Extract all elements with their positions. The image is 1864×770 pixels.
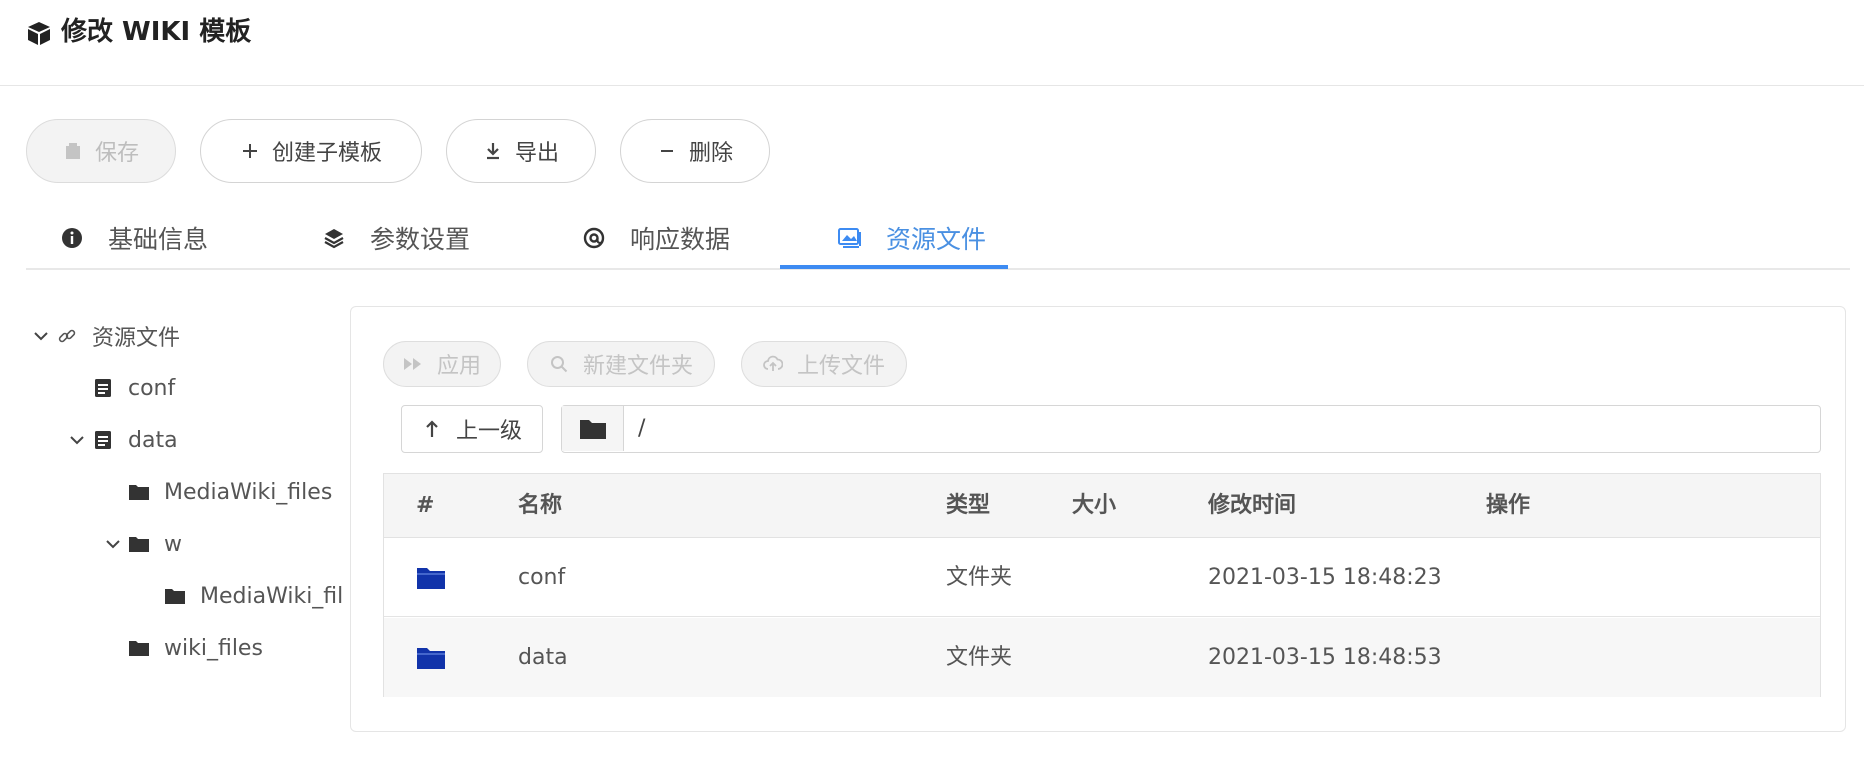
tree-node-label: wiki_files xyxy=(164,635,263,661)
fast-forward-icon xyxy=(403,354,423,374)
tab-resource-files[interactable]: 资源文件 xyxy=(838,206,986,270)
create-child-template-button[interactable]: 创建子模板 xyxy=(200,119,422,183)
tab-response-data[interactable]: 响应数据 xyxy=(582,206,730,270)
table-row[interactable]: data 文件夹 2021-03-15 18:48:53 xyxy=(384,618,1820,697)
save-button[interactable]: 保存 xyxy=(26,119,176,183)
chevron-down-icon[interactable] xyxy=(66,429,88,451)
folder-icon xyxy=(128,637,150,659)
apply-label: 应用 xyxy=(436,354,481,379)
tree-node-label: conf xyxy=(128,375,176,401)
cube-icon xyxy=(26,20,52,46)
path-field[interactable]: / xyxy=(561,405,1821,453)
column-header-name: 名称 xyxy=(518,493,563,518)
save-label: 保存 xyxy=(94,141,139,166)
save-icon xyxy=(63,141,83,161)
tree-node-mediawiki-fil[interactable]: MediaWiki_fil xyxy=(164,570,343,622)
tree-node-label: data xyxy=(128,427,178,453)
active-tab-indicator xyxy=(780,265,1008,269)
delete-button[interactable]: 删除 xyxy=(620,119,770,183)
column-header-type: 类型 xyxy=(946,493,991,518)
file-icon xyxy=(92,429,114,451)
chevron-down-icon[interactable] xyxy=(102,533,124,555)
column-header-index: # xyxy=(416,493,435,518)
resource-tree: 资源文件 conf data MediaWiki_files w MediaWi… xyxy=(26,310,346,670)
parent-directory-label: 上一级 xyxy=(455,419,522,444)
column-header-size: 大小 xyxy=(1072,493,1117,518)
export-button[interactable]: 导出 xyxy=(446,119,596,183)
tree-node-data[interactable]: data xyxy=(66,414,178,466)
folder-icon xyxy=(164,585,186,607)
tree-node-root[interactable]: 资源文件 xyxy=(30,310,180,362)
page-title: 修改 WIKI 模板 xyxy=(61,17,252,47)
file-table: # 名称 类型 大小 修改时间 操作 conf 文件夹 2021-03-15 1… xyxy=(383,473,1821,697)
tab-label: 响应数据 xyxy=(630,225,731,254)
file-panel: 应用 新建文件夹 上传文件 上一级 / # 名称 类型 大小 修改时间 操作 c… xyxy=(350,306,1846,732)
new-folder-label: 新建文件夹 xyxy=(582,354,693,379)
image-icon xyxy=(838,226,862,250)
chevron-down-icon[interactable] xyxy=(30,325,52,347)
info-icon xyxy=(60,226,84,250)
upload-file-button[interactable]: 上传文件 xyxy=(741,341,907,387)
tab-bar: 基础信息 参数设置 响应数据 资源文件 xyxy=(26,206,1850,270)
export-label: 导出 xyxy=(514,141,559,166)
file-icon xyxy=(92,377,114,399)
new-folder-button[interactable]: 新建文件夹 xyxy=(527,341,715,387)
tab-label: 资源文件 xyxy=(886,225,987,254)
tree-node-wiki-files[interactable]: wiki_files xyxy=(128,622,263,670)
parent-directory-button[interactable]: 上一级 xyxy=(401,405,543,453)
arrow-up-icon xyxy=(422,419,442,439)
apply-button[interactable]: 应用 xyxy=(383,341,501,387)
tab-basic-info[interactable]: 基础信息 xyxy=(60,206,208,270)
column-header-actions: 操作 xyxy=(1486,493,1531,518)
file-modified: 2021-03-15 18:48:53 xyxy=(1208,645,1442,670)
tree-node-conf[interactable]: conf xyxy=(92,362,175,414)
current-path: / xyxy=(638,416,646,441)
minus-icon xyxy=(657,141,677,161)
folder-icon xyxy=(416,538,446,617)
create-child-label: 创建子模板 xyxy=(271,141,382,166)
tree-node-label: MediaWiki_fil xyxy=(200,583,344,609)
file-type: 文件夹 xyxy=(946,565,1013,590)
folder-icon xyxy=(562,406,624,451)
tree-node-label: w xyxy=(164,531,182,557)
table-header: # 名称 类型 大小 修改时间 操作 xyxy=(384,474,1820,538)
download-icon xyxy=(483,141,503,161)
search-icon xyxy=(549,354,569,374)
folder-icon xyxy=(416,618,446,697)
column-header-modified: 修改时间 xyxy=(1208,493,1297,518)
file-type: 文件夹 xyxy=(946,645,1013,670)
cloud-upload-icon xyxy=(763,354,783,374)
folder-icon xyxy=(128,533,150,555)
file-modified: 2021-03-15 18:48:23 xyxy=(1208,565,1442,590)
folder-icon xyxy=(128,481,150,503)
delete-label: 删除 xyxy=(688,141,733,166)
tree-node-label: MediaWiki_files xyxy=(164,479,333,505)
table-row[interactable]: conf 文件夹 2021-03-15 18:48:23 xyxy=(384,538,1820,617)
file-name: data xyxy=(518,645,568,670)
file-name: conf xyxy=(518,565,566,590)
tab-parameter-settings[interactable]: 参数设置 xyxy=(322,206,470,270)
tab-label: 基础信息 xyxy=(108,225,209,254)
tab-label: 参数设置 xyxy=(370,225,471,254)
page-header: 修改 WIKI 模板 xyxy=(0,0,1864,86)
link-icon xyxy=(56,325,78,347)
tree-node-label: 资源文件 xyxy=(92,326,181,351)
layers-icon xyxy=(322,226,346,250)
tree-node-mediawiki-files[interactable]: MediaWiki_files xyxy=(128,466,332,518)
upload-file-label: 上传文件 xyxy=(796,354,885,379)
plus-icon xyxy=(240,141,260,161)
tree-node-w[interactable]: w xyxy=(102,518,182,570)
at-icon xyxy=(582,226,606,250)
